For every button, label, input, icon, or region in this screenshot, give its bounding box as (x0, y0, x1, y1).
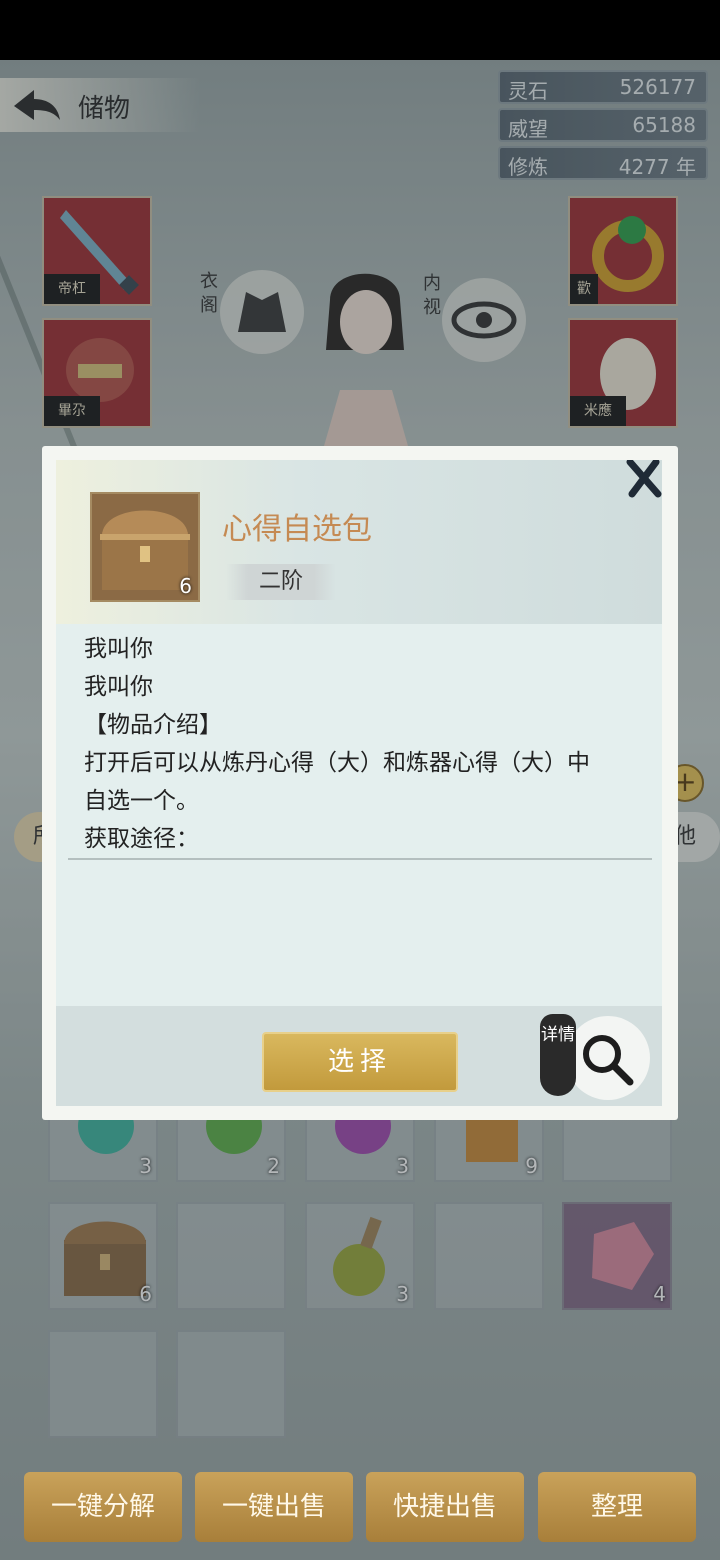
description-line: 打开后可以从炼丹心得（大）和炼器心得（大）中 (84, 750, 590, 776)
status-bar (0, 0, 720, 60)
item-tier-badge: 二阶 (226, 564, 336, 600)
detail-button[interactable] (566, 1016, 650, 1100)
description-line: 我叫你 (84, 636, 153, 662)
item-detail-dialog: 6 心得自选包 二阶 我叫你 我叫你 【物品介绍】 打开后可以从炼丹心得（大）和… (56, 460, 662, 1106)
quick-sell-button[interactable]: 快捷出售 (366, 1472, 524, 1542)
detail-label[interactable]: 详情 (540, 1014, 576, 1096)
item-name: 心得自选包 (222, 512, 372, 547)
item-count: 6 (179, 574, 192, 598)
item-icon-frame: 6 (90, 492, 200, 602)
close-icon[interactable] (624, 460, 662, 500)
divider (68, 858, 652, 860)
arrange-button[interactable]: 整理 (538, 1472, 696, 1542)
sell-all-button[interactable]: 一键出售 (195, 1472, 353, 1542)
item-description: 我叫你 我叫你 【物品介绍】 打开后可以从炼丹心得（大）和炼器心得（大）中 自选… (84, 630, 644, 858)
select-button[interactable]: 选择 (262, 1032, 458, 1092)
decompose-all-button[interactable]: 一键分解 (24, 1472, 182, 1542)
description-heading: 【物品介绍】 (84, 712, 222, 738)
acquisition-label: 获取途径： (84, 826, 199, 852)
magnifier-icon (583, 1035, 634, 1086)
description-line: 我叫你 (84, 674, 153, 700)
description-line: 自选一个。 (84, 788, 199, 814)
